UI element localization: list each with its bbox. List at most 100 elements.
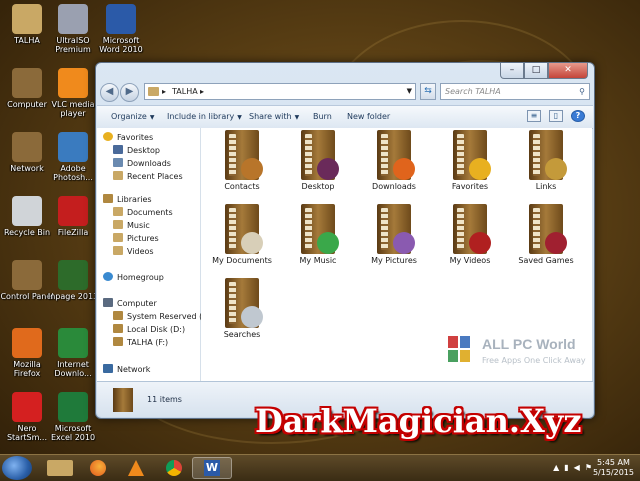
pictures-icon [113, 233, 123, 242]
nero-icon [12, 392, 42, 422]
nav-documents[interactable]: Documents [113, 207, 173, 219]
folder-label: My Pictures [371, 256, 417, 265]
nav-talha-drive[interactable]: TALHA (F:) [113, 337, 168, 349]
burn-button[interactable]: Burn [313, 112, 332, 121]
folder-strip [229, 208, 236, 250]
nav-label: Recent Places [127, 172, 183, 181]
user-folder-icon [12, 4, 42, 34]
photoshop-icon [58, 132, 88, 162]
desktop-icon-2[interactable]: Microsoft Word 2010 [94, 4, 148, 54]
nav-label: Pictures [127, 234, 159, 243]
desktop-icon-label: UltraISO Premium [55, 36, 91, 54]
nav-homegroup[interactable]: Homegroup [103, 272, 164, 284]
folder-label: Downloads [372, 182, 416, 191]
computer-icon [103, 298, 113, 307]
explorer-window: – □ ✕ ◀ ▶ ▸ TALHA ▸ ▼ ⇆ Search TALHA ⚲ O… [95, 62, 595, 419]
folder-badge-icon [545, 232, 567, 254]
change-view-icon[interactable]: ≡ [527, 110, 541, 122]
desktop-icon-10[interactable]: Inpage 2013 [46, 260, 100, 301]
share-with-label: Share with [249, 112, 292, 121]
new-folder-button[interactable]: New folder [347, 112, 390, 121]
desktop-icon-4[interactable]: VLC media player [46, 68, 100, 118]
volume-icon[interactable]: ◀ [574, 463, 580, 472]
system-tray: ▲ ▮ ◀ ⚑ [553, 463, 592, 472]
search-input[interactable]: Search TALHA ⚲ [440, 83, 590, 100]
folder-item[interactable]: Favorites [435, 130, 505, 191]
nav-computer[interactable]: Computer [103, 298, 157, 310]
folder-item[interactable]: My Music [283, 204, 353, 265]
folder-strip [381, 134, 388, 176]
folder-label: My Videos [449, 256, 491, 265]
folder-strip [533, 208, 540, 250]
folder-icon [221, 204, 263, 254]
nav-system-reserved[interactable]: System Reserved (C: [113, 311, 211, 323]
folder-icon [148, 87, 159, 96]
folder-item[interactable]: My Videos [435, 204, 505, 265]
help-icon[interactable]: ? [571, 110, 585, 122]
organize-button[interactable]: Organize ▼ [111, 112, 154, 121]
breadcrumb-talha[interactable]: TALHA [172, 87, 198, 96]
nav-libraries[interactable]: Libraries [103, 194, 152, 206]
chevron-down-icon[interactable]: ▼ [407, 87, 412, 95]
preview-pane-icon[interactable]: ▯ [549, 110, 563, 122]
close-button[interactable]: ✕ [548, 63, 588, 79]
folder-icon [525, 130, 567, 180]
show-hidden-icons-icon[interactable]: ▲ [553, 463, 559, 472]
nav-downloads[interactable]: Downloads [113, 158, 171, 170]
libraries-icon [103, 194, 113, 203]
desktop-icon-8[interactable]: FileZilla [46, 196, 100, 237]
window-controls: – □ ✕ [500, 63, 588, 79]
organize-label: Organize [111, 112, 147, 121]
folder-badge-icon [241, 158, 263, 180]
desktop-icon-12[interactable]: Internet Downlo... [46, 328, 100, 378]
folder-item[interactable]: Links [511, 130, 581, 191]
taskbar-vlc[interactable] [116, 457, 156, 479]
nav-music[interactable]: Music [113, 220, 150, 232]
desktop-icon-14[interactable]: Microsoft Excel 2010 [46, 392, 100, 442]
videos-icon [113, 246, 123, 255]
clock[interactable]: 5:45 AM 5/15/2015 [593, 458, 634, 478]
desktop-icon-6[interactable]: Adobe Photosh... [46, 132, 100, 182]
explorer-icon [47, 460, 73, 476]
folder-icon [373, 130, 415, 180]
forward-button[interactable]: ▶ [120, 83, 139, 102]
folder-item[interactable]: My Pictures [359, 204, 429, 265]
nav-videos[interactable]: Videos [113, 246, 154, 258]
folder-item[interactable]: Contacts [207, 130, 277, 191]
folder-strip [229, 282, 236, 324]
start-button[interactable] [2, 456, 32, 480]
share-with-button[interactable]: Share with ▼ [249, 112, 299, 121]
overlay-watermark-text: DarkMagician.Xyz [255, 402, 582, 440]
folder-item[interactable]: Saved Games [511, 204, 581, 265]
taskbar-firefox[interactable] [78, 457, 118, 479]
maximize-button[interactable]: □ [524, 63, 548, 79]
taskbar-chrome[interactable] [154, 457, 194, 479]
folder-strip [305, 134, 312, 176]
nav-recent-places[interactable]: Recent Places [113, 171, 183, 183]
taskbar-word[interactable]: W [192, 457, 232, 479]
clock-date: 5/15/2015 [592, 468, 634, 477]
include-in-library-button[interactable]: Include in library ▼ [167, 112, 242, 121]
desktop-icon [113, 145, 123, 154]
desktop-icon-1[interactable]: UltraISO Premium [46, 4, 100, 54]
taskbar-explorer[interactable] [40, 457, 80, 479]
nav-network[interactable]: Network [103, 364, 150, 376]
folder-item[interactable]: Searches [207, 278, 277, 339]
folder-badge-icon [317, 158, 339, 180]
minimize-button[interactable]: – [500, 63, 524, 79]
back-button[interactable]: ◀ [100, 83, 119, 102]
folder-strip [457, 134, 464, 176]
folder-item[interactable]: My Documents [207, 204, 277, 265]
view-controls: ≡ ▯ ? [527, 110, 585, 122]
network-status-icon[interactable]: ▮ [564, 463, 568, 472]
vlc-cone-icon [58, 68, 88, 98]
nav-desktop[interactable]: Desktop [113, 145, 160, 157]
folder-item[interactable]: Downloads [359, 130, 429, 191]
flag-icon[interactable]: ⚑ [585, 463, 592, 472]
nav-favorites[interactable]: Favorites [103, 132, 153, 144]
nav-local-disk[interactable]: Local Disk (D:) [113, 324, 185, 336]
refresh-button[interactable]: ⇆ [420, 83, 436, 100]
address-bar[interactable]: ▸ TALHA ▸ ▼ [144, 83, 416, 100]
folder-item[interactable]: Desktop [283, 130, 353, 191]
nav-pictures[interactable]: Pictures [113, 233, 159, 245]
